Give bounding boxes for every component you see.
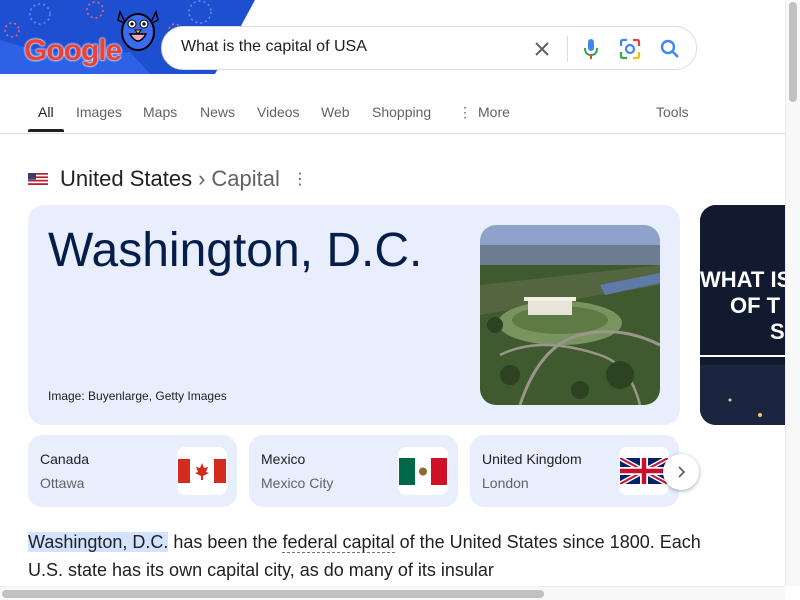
logo-text: Google bbox=[24, 34, 122, 67]
highlighted-answer: Washington, D.C. bbox=[28, 532, 169, 552]
country-name: United Kingdom bbox=[482, 451, 582, 467]
tab-images[interactable]: Images bbox=[76, 104, 122, 120]
country-capital: Mexico City bbox=[261, 475, 334, 491]
chevron-right-icon bbox=[678, 466, 686, 478]
tab-shopping[interactable]: Shopping bbox=[372, 104, 431, 120]
country-card-mexico[interactable]: Mexico Mexico City bbox=[249, 435, 458, 507]
more-dots-icon: ⋮ bbox=[458, 104, 472, 120]
tab-web[interactable]: Web bbox=[321, 104, 350, 120]
microphone-icon[interactable] bbox=[579, 37, 603, 61]
active-tab-indicator bbox=[28, 129, 64, 132]
tab-more-label: More bbox=[478, 104, 510, 120]
clear-icon[interactable] bbox=[530, 37, 554, 61]
country-card-canada[interactable]: Canada Ottawa bbox=[28, 435, 237, 507]
tab-maps[interactable]: Maps bbox=[143, 104, 177, 120]
search-icon[interactable] bbox=[658, 37, 682, 61]
us-flag-icon bbox=[28, 173, 48, 185]
canada-flag-icon bbox=[177, 447, 227, 495]
answer-image[interactable] bbox=[480, 225, 660, 405]
breadcrumb: United States › Capital ⋮ bbox=[28, 166, 308, 192]
search-divider bbox=[567, 36, 568, 62]
country-capital: Ottawa bbox=[40, 475, 85, 491]
google-logo[interactable]: Google bbox=[24, 34, 122, 68]
answer-card: Washington, D.C. Image: Buyenlarge, Gett… bbox=[28, 205, 680, 425]
tab-videos[interactable]: Videos bbox=[257, 104, 300, 120]
entity-title[interactable]: United States bbox=[60, 166, 192, 192]
answer-title[interactable]: Washington, D.C. bbox=[48, 223, 422, 278]
scrollbar-corner bbox=[785, 586, 800, 600]
attribute-title: Capital bbox=[211, 166, 280, 191]
description-text: has been the bbox=[168, 532, 283, 552]
country-name: Mexico bbox=[261, 451, 306, 467]
tools-button[interactable]: Tools bbox=[656, 104, 689, 120]
tab-all[interactable]: All bbox=[38, 104, 54, 120]
next-arrow-button[interactable] bbox=[663, 454, 699, 490]
tab-more[interactable]: ⋮ More bbox=[458, 104, 510, 121]
vertical-scroll-thumb[interactable] bbox=[789, 2, 797, 102]
horizontal-scroll-thumb[interactable] bbox=[2, 590, 544, 598]
federal-capital-link[interactable]: federal capital bbox=[282, 532, 395, 553]
country-card-uk[interactable]: United Kingdom London bbox=[470, 435, 679, 507]
search-tabs: All Images Maps News Videos Web Shopping… bbox=[0, 92, 785, 134]
tab-news[interactable]: News bbox=[200, 104, 235, 120]
uk-flag-icon bbox=[619, 447, 669, 495]
breadcrumb-separator: › bbox=[198, 166, 206, 191]
search-box[interactable] bbox=[161, 26, 697, 70]
lens-camera-icon[interactable] bbox=[618, 37, 642, 61]
vertical-scrollbar[interactable] bbox=[785, 0, 800, 586]
more-options-icon[interactable]: ⋮ bbox=[292, 169, 308, 189]
country-name: Canada bbox=[40, 451, 90, 467]
answer-description: Washington, D.C. has been the federal ca… bbox=[28, 528, 708, 584]
horizontal-scrollbar[interactable] bbox=[0, 586, 785, 600]
country-capital: London bbox=[482, 475, 529, 491]
doodle-bird-icon bbox=[110, 2, 166, 63]
image-credit: Image: Buyenlarge, Getty Images bbox=[48, 389, 227, 403]
search-input[interactable] bbox=[181, 38, 511, 56]
mexico-flag-icon bbox=[398, 447, 448, 495]
